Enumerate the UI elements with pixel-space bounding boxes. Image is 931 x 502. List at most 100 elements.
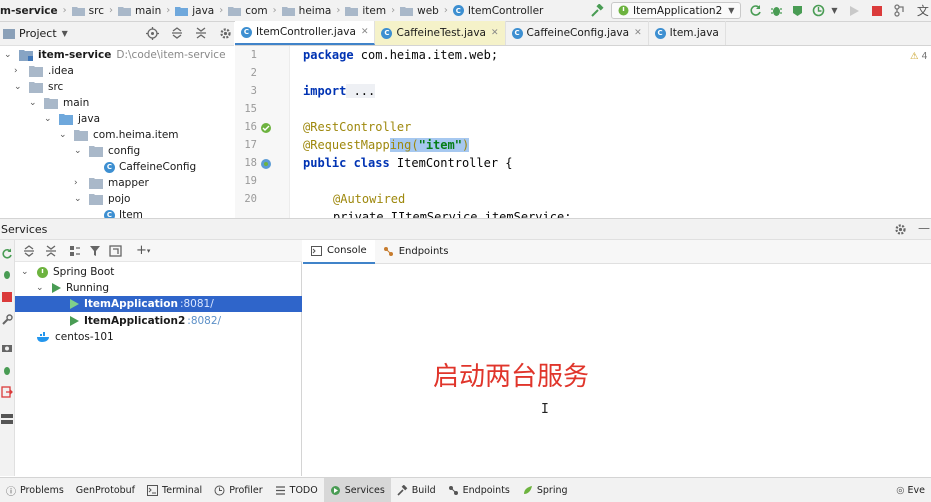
layout-icon[interactable] [1, 414, 13, 424]
tool-todo[interactable]: TODO [269, 478, 324, 502]
project-panel-title[interactable]: Project [19, 27, 57, 40]
tree-row-config[interactable]: ⌄ config [74, 143, 140, 159]
breadcrumb-item[interactable]: item [362, 5, 386, 17]
breadcrumb-com[interactable]: com [245, 5, 267, 17]
chevron-down-icon[interactable]: ⌄ [44, 114, 54, 124]
console-output[interactable]: 启动两台服务 I [303, 264, 931, 476]
spring-endpoint-icon[interactable] [260, 158, 272, 170]
tree-row-java[interactable]: ⌄ java [44, 111, 100, 127]
breadcrumb-class[interactable]: ItemController [468, 5, 544, 17]
run-configuration-select[interactable]: ItemApplication2 ▼ [611, 2, 742, 19]
tree-label: main [63, 97, 90, 109]
tree-row-item[interactable]: C Item [104, 207, 143, 218]
chevron-down-icon[interactable]: ▼ [62, 29, 68, 38]
add-service-icon[interactable]: + [136, 243, 147, 258]
tree-row-caffeine-config[interactable]: C CaffeineConfig [104, 159, 196, 175]
tab-item[interactable]: C Item.java [649, 21, 726, 45]
breadcrumb-src[interactable]: src [89, 5, 104, 17]
chevron-down-icon[interactable]: ▾ [147, 247, 151, 255]
tab-endpoints[interactable]: Endpoints [375, 240, 457, 264]
chevron-down-icon[interactable]: ⌄ [74, 194, 84, 204]
gear-icon[interactable] [219, 27, 232, 40]
chevron-down-icon[interactable]: ⌄ [14, 82, 24, 92]
group-by-icon[interactable] [69, 245, 81, 257]
tab-caffeine-config[interactable]: C CaffeineConfig.java ✕ [506, 21, 649, 45]
tree-row-centos[interactable]: centos-101 [15, 329, 302, 345]
chevron-right-icon[interactable]: › [74, 178, 84, 188]
stop-icon[interactable] [868, 2, 885, 19]
close-icon[interactable]: ✕ [634, 28, 642, 38]
debug-icon[interactable] [768, 2, 785, 19]
expand-all-icon[interactable] [171, 27, 183, 39]
rerun-icon[interactable] [1, 248, 13, 260]
service-port[interactable]: :8082/ [187, 315, 221, 327]
breadcrumb-heima[interactable]: heima [299, 5, 332, 17]
tree-row-idea[interactable]: › .idea [14, 63, 74, 79]
tree-row-package[interactable]: ⌄ com.heima.item [59, 127, 179, 143]
expand-all-icon[interactable] [23, 244, 35, 257]
tree-row-main[interactable]: ⌄ main [29, 95, 89, 111]
camera-icon[interactable] [1, 342, 13, 354]
breadcrumb-java[interactable]: java [192, 5, 214, 17]
tool-problems[interactable]: ⓘ Problems [0, 478, 70, 502]
tab-item-controller[interactable]: C ItemController.java ✕ [235, 21, 376, 45]
code-editor[interactable]: package com.heima.item.web; import ... @… [290, 46, 931, 218]
tree-row-spring-boot[interactable]: ⌄ Spring Boot [15, 264, 302, 280]
profile-icon[interactable] [810, 2, 827, 19]
collapse-all-icon[interactable] [195, 27, 207, 39]
tool-profiler[interactable]: Profiler [208, 478, 268, 502]
locate-icon[interactable] [146, 26, 159, 40]
stop-icon[interactable] [2, 292, 12, 302]
breadcrumb-web[interactable]: web [417, 5, 439, 17]
breadcrumb-project[interactable]: m-service [0, 5, 58, 17]
coverage-icon[interactable] [789, 2, 806, 19]
tool-genprotobuf[interactable]: GenProtobuf [70, 478, 141, 502]
chevron-down-icon[interactable]: ⌄ [36, 283, 46, 293]
close-icon[interactable]: ✕ [361, 27, 369, 37]
tree-row-src[interactable]: ⌄ src [14, 79, 63, 95]
tab-caffeine-test[interactable]: C CaffeineTest.java ✕ [375, 21, 506, 45]
breadcrumb-main[interactable]: main [135, 5, 161, 17]
services-panel-title[interactable]: Services [1, 223, 47, 236]
tool-event-log[interactable]: ◎ Eve [890, 478, 931, 502]
chevron-down-icon[interactable]: ⌄ [29, 98, 39, 108]
new-tab-icon[interactable] [109, 244, 122, 257]
tool-spring[interactable]: Spring [516, 478, 574, 502]
hammer-icon[interactable] [588, 2, 605, 19]
chevron-down-icon[interactable]: ⌄ [59, 130, 69, 140]
tree-row-running[interactable]: ⌄ Running [15, 280, 302, 296]
collapse-all-icon[interactable] [45, 244, 57, 257]
tool-terminal[interactable]: Terminal [141, 478, 208, 502]
refresh-icon[interactable] [747, 2, 764, 19]
chevron-right-icon[interactable]: › [14, 66, 24, 76]
minimize-icon[interactable]: — [918, 221, 930, 235]
exit-icon[interactable] [1, 386, 13, 398]
tool-build[interactable]: Build [391, 478, 442, 502]
service-item-application[interactable]: ItemApplication :8081/ [15, 296, 302, 312]
tree-row-mapper[interactable]: › mapper [74, 175, 149, 191]
tool-services[interactable]: Services [323, 477, 391, 502]
tree-row-root[interactable]: ⌄ item-service D:\code\item-service [4, 47, 226, 63]
wrench-icon[interactable] [1, 314, 13, 326]
filter-icon[interactable] [89, 245, 101, 257]
gear-icon[interactable] [894, 223, 907, 236]
folded-imports[interactable]: ... [346, 84, 376, 98]
translate-icon[interactable]: 文 [914, 2, 931, 19]
service-item-application2[interactable]: ItemApplication2 :8082/ [15, 313, 302, 329]
breadcrumb: m-service › src › main › java › com › he… [0, 5, 543, 17]
debug-icon[interactable] [1, 364, 13, 376]
more-run-options-icon[interactable]: ▼ [829, 2, 839, 19]
tab-console[interactable]: Console [303, 239, 375, 264]
run-icon[interactable] [845, 2, 862, 19]
debug-icon[interactable] [1, 268, 13, 280]
tree-row-pojo[interactable]: ⌄ pojo [74, 191, 130, 207]
chevron-down-icon[interactable]: ⌄ [21, 267, 31, 277]
service-port[interactable]: :8081/ [180, 298, 214, 310]
tool-endpoints[interactable]: Endpoints [442, 478, 516, 502]
vcs-icon[interactable] [891, 2, 908, 19]
close-icon[interactable]: ✕ [491, 28, 499, 38]
chevron-down-icon[interactable]: ⌄ [74, 146, 84, 156]
spring-bean-icon[interactable] [260, 122, 272, 134]
chevron-down-icon[interactable]: ⌄ [4, 50, 14, 60]
inspection-widget[interactable]: ⚠ 4 [910, 51, 928, 62]
